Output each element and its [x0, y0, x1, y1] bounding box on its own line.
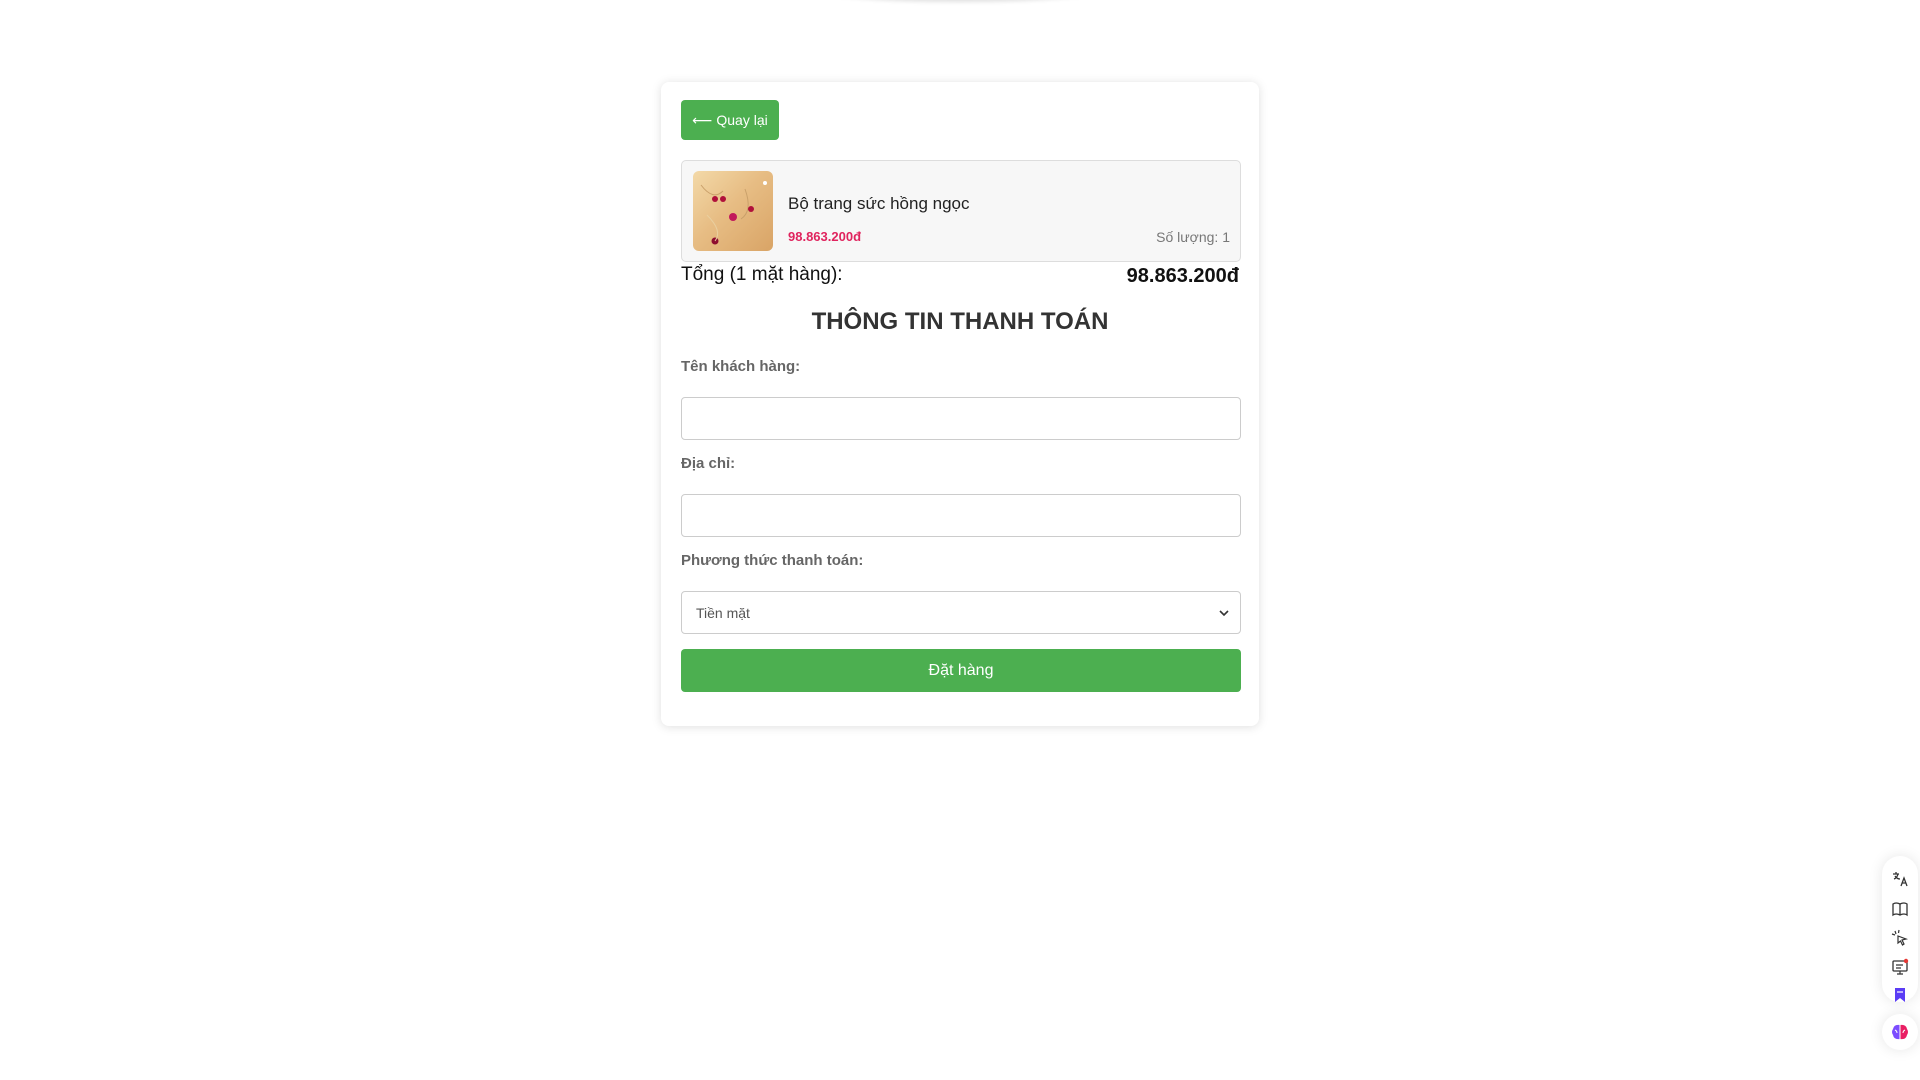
total-value: 98.863.200đ	[1126, 265, 1239, 287]
product-image	[693, 171, 773, 251]
arrow-left-icon: ⟵	[692, 112, 713, 128]
checkout-card: ⟵ Quay lại Bộ trang sức hồng ngọc 98.863…	[661, 82, 1259, 726]
cart-item: Bộ trang sức hồng ngọc 98.863.200đ Số lư…	[681, 160, 1241, 262]
payment-info-title: THÔNG TIN THANH TOÁN	[811, 308, 1109, 335]
book-icon[interactable]	[1891, 900, 1909, 918]
item-price: 98.863.200đ	[788, 229, 862, 244]
chevron-down-icon	[1219, 610, 1229, 617]
address-input[interactable]	[681, 494, 1241, 537]
back-button-label: Quay lại	[716, 112, 768, 128]
total-label: Tổng (1 mặt hàng):	[681, 264, 843, 285]
ai-assistant-button[interactable]	[1882, 1014, 1918, 1050]
side-toolbar	[1882, 856, 1918, 1002]
translate-icon[interactable]	[1891, 870, 1909, 888]
item-quantity: Số lượng: 1	[1156, 229, 1230, 245]
payment-method-value: Tiền mặt	[696, 604, 750, 621]
back-button[interactable]: ⟵ Quay lại	[681, 100, 779, 140]
cursor-click-icon[interactable]	[1891, 929, 1909, 947]
customer-name-label: Tên khách hàng:	[681, 358, 801, 375]
payment-method-select[interactable]: Tiền mặt	[681, 591, 1241, 634]
customer-name-input[interactable]	[681, 397, 1241, 440]
address-label: Địa chỉ:	[681, 455, 736, 472]
payment-method-label: Phương thức thanh toán:	[681, 552, 864, 569]
bookmark-icon[interactable]	[1891, 986, 1909, 1004]
item-name: Bộ trang sức hồng ngọc	[788, 194, 970, 213]
place-order-button[interactable]: Đặt hàng	[681, 649, 1241, 692]
brain-icon	[1892, 1024, 1908, 1040]
screen-notify-icon[interactable]	[1891, 958, 1909, 976]
